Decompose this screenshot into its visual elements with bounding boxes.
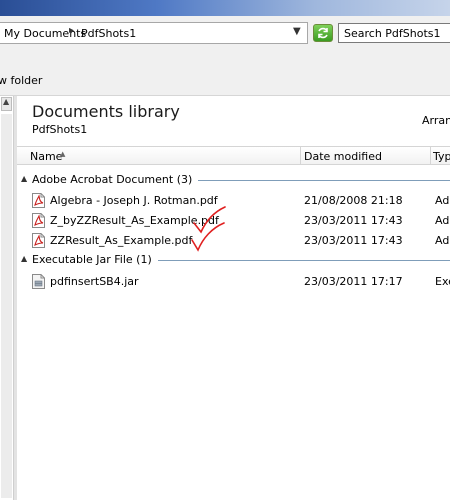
file-date: 23/03/2011 17:17 [304,275,403,288]
window-title-bar [0,0,450,16]
file-date: 23/03/2011 17:43 [304,214,403,227]
file-type: Exe [435,275,450,288]
file-type: Ado [435,234,450,247]
search-placeholder: Search PdfShots1 [344,27,441,40]
pdf-file-icon [32,213,45,228]
collapse-icon[interactable]: ▲ [21,174,27,183]
file-row[interactable]: Z_byZZResult_As_Example.pdf 23/03/2011 1… [17,206,450,234]
file-row[interactable]: ZZResult_As_Example.pdf 23/03/2011 17:43… [17,222,450,252]
group-label: Adobe Acrobat Document (3) [32,173,199,186]
scroll-up-button[interactable]: ▲ [1,97,12,111]
group-divider-line [167,180,450,181]
pdf-file-icon [32,193,45,208]
file-type: Ado [435,194,450,207]
new-folder-button[interactable]: w folder [0,74,42,87]
column-name[interactable]: Name [30,150,62,163]
pdf-file-icon [32,233,45,248]
command-toolbar: w folder [0,54,450,96]
refresh-button[interactable] [313,24,333,42]
file-date: 21/08/2008 21:18 [304,194,403,207]
scroll-up-icon: ▲ [3,97,10,106]
file-list-pane: Documents library PdfShots1 Arrang Name … [17,96,450,500]
group-header-jar[interactable]: ▲ Executable Jar File (1) [17,252,450,268]
address-dropdown-icon[interactable]: ▼ [293,26,301,37]
file-date: 23/03/2011 17:43 [304,234,403,247]
sort-ascending-icon: ▲ [60,150,66,158]
breadcrumb-separator-icon[interactable]: ▸ [69,25,74,36]
search-input[interactable]: Search PdfShots1 [338,23,450,43]
address-row: My Documents ▸ PdfShots1 ▼ Search PdfSho… [0,16,450,54]
column-header: Name ▲ Date modified Typ [17,146,450,165]
navigation-pane: ▲ [0,96,14,500]
jar-file-icon [32,274,45,289]
file-name: pdfinsertSB4.jar [50,275,139,288]
red-checkmark-icon [191,222,225,252]
navigation-scrollbar[interactable] [1,114,12,498]
refresh-icon [318,27,328,39]
arrange-by-button[interactable]: Arrang [422,114,450,127]
file-row[interactable]: Algebra - Joseph J. Rotman.pdf 21/08/200… [17,191,450,211]
group-label: Executable Jar File (1) [32,253,158,266]
file-type: Ado [435,214,450,227]
column-divider[interactable] [300,147,301,165]
file-name: ZZResult_As_Example.pdf [50,234,193,247]
column-type[interactable]: Typ [433,150,450,163]
address-bar[interactable]: My Documents ▸ PdfShots1 ▼ [0,22,308,44]
library-subtitle: PdfShots1 [32,123,88,136]
file-row[interactable]: pdfinsertSB4.jar 23/03/2011 17:17 Exe [17,272,450,292]
column-date-modified[interactable]: Date modified [304,150,382,163]
group-header-adobe[interactable]: ▲ Adobe Acrobat Document (3) [17,172,450,188]
library-title: Documents library [32,102,180,121]
breadcrumb-pdfshots1[interactable]: PdfShots1 [81,27,136,40]
column-divider[interactable] [430,147,431,165]
collapse-icon[interactable]: ▲ [21,254,27,263]
group-divider-line [147,260,450,261]
